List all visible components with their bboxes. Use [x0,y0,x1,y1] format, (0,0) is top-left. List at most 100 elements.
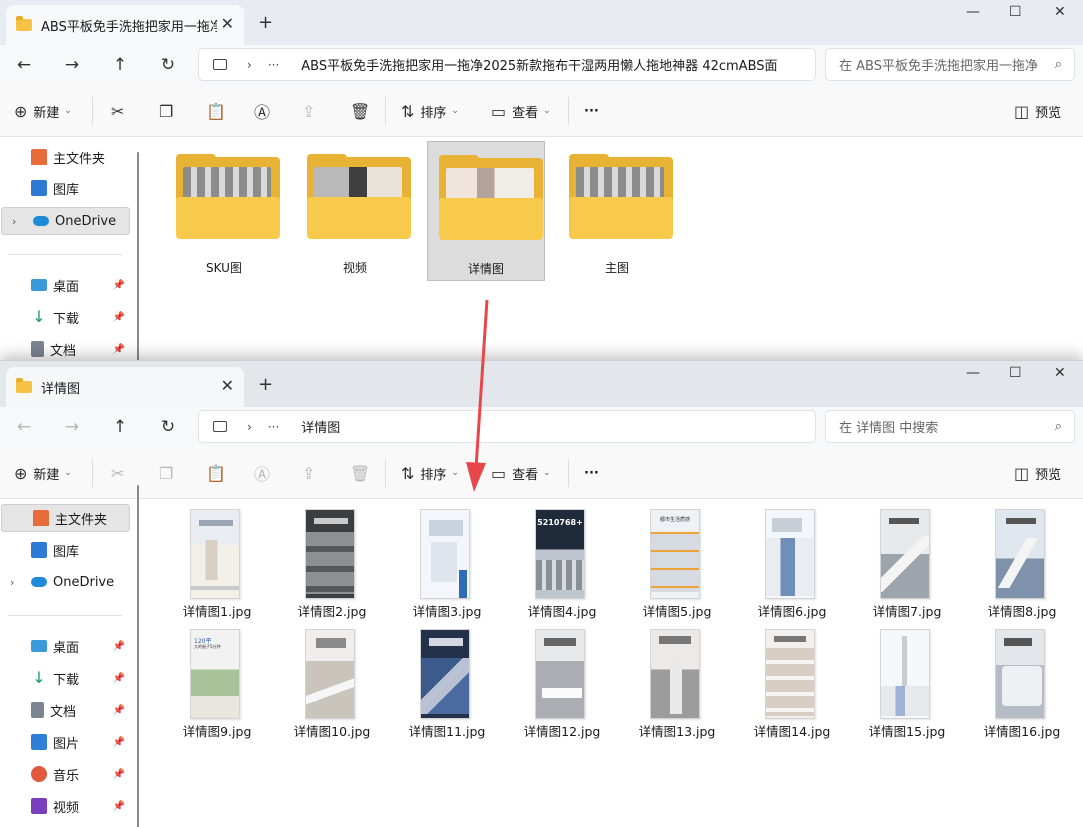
more-path-icon[interactable]: ··· [268,58,279,72]
sidebar-scrollbar[interactable] [137,152,139,362]
sidebar-item-music[interactable]: 音乐 📌 [0,760,129,788]
pin-icon[interactable]: 📌 [113,705,125,716]
maximize-button[interactable]: ☐ [1009,365,1022,381]
sidebar-item-home[interactable]: 主文件夹 [0,143,129,171]
view-button[interactable]: ▭ 查看 ⌄ [491,100,551,122]
file-item[interactable]: 详情图10.jpg [282,623,382,739]
sidebar-scrollbar[interactable] [137,485,139,827]
address-bar[interactable]: › ··· ABS平板免手洗拖把家用一拖净2025新款拖布干湿两用懒人拖地神器 … [198,48,816,81]
file-item[interactable]: 详情图12.jpg [512,623,612,739]
pin-icon[interactable]: 📌 [113,673,125,684]
forward-button[interactable]: → [56,50,88,80]
tab-title: ABS平板免手洗拖把家用一拖净2025新款拖布干湿两用懒人拖地神器 42cmAB… [41,19,217,35]
paste-button[interactable]: 📋 [206,100,232,122]
delete-button[interactable]: 🗑 [350,462,376,484]
rename-button[interactable]: Ⓐ [254,462,276,484]
sidebar-item-downloads[interactable]: ↓ 下载 📌 [0,664,129,692]
folder-item[interactable]: SKU图 [165,141,283,281]
new-tab-button[interactable]: + [258,374,273,395]
paste-button[interactable]: 📋 [206,462,232,484]
sort-button[interactable]: ⇅ 排序 ⌄ [401,462,459,484]
search-input[interactable]: 在 ABS平板免手洗拖把家用一拖净2025新款拖布干湿两用懒人拖地神器 42cm… [825,48,1075,81]
sidebar-item-gallery[interactable]: 图库 [0,174,129,202]
refresh-button[interactable]: ↻ [152,50,184,80]
file-item[interactable]: 详情图2.jpg [282,503,382,619]
sidebar-item-documents[interactable]: 文档 📌 [0,696,129,724]
pin-icon[interactable]: 📌 [113,280,125,291]
sidebar-item-gallery[interactable]: 图库 [0,536,129,564]
pin-icon[interactable]: 📌 [113,312,125,323]
file-item[interactable]: 120平 大的屋子5分钟 详情图9.jpg [167,623,267,739]
up-button[interactable]: ↑ [104,412,136,442]
file-item[interactable]: 详情图8.jpg [972,503,1072,619]
file-item[interactable]: 详情图11.jpg [397,623,497,739]
copy-button[interactable]: ❐ [159,100,179,122]
more-options-button[interactable]: ··· [584,462,599,484]
folder-item-selected[interactable]: 详情图 [427,141,545,281]
back-button[interactable]: ← [8,50,40,80]
chevron-right-icon[interactable]: › [12,215,16,228]
sidebar-item-onedrive[interactable]: › OneDrive [1,207,130,235]
trash-icon: 🗑 [350,101,371,121]
view-button[interactable]: ▭ 查看 ⌄ [491,462,551,484]
cut-button[interactable]: ✂ [111,100,130,122]
pin-icon[interactable]: 📌 [113,801,125,812]
file-item[interactable]: 详情图13.jpg [627,623,727,739]
file-item[interactable]: 详情图14.jpg [742,623,842,739]
sort-button[interactable]: ⇅ 排序 ⌄ [401,100,459,122]
file-item[interactable]: 详情图3.jpg [397,503,497,619]
address-bar[interactable]: › ··· 详情图 [198,410,816,443]
file-item[interactable]: 详情图16.jpg [972,623,1072,739]
file-item[interactable]: 详情图15.jpg [857,623,957,739]
file-item[interactable]: 都市生活质感 详情图5.jpg [627,503,727,619]
tab-detail-folder[interactable]: 详情图 ✕ [6,367,244,407]
close-tab-icon[interactable]: ✕ [221,376,234,395]
search-input[interactable]: 在 详情图 中搜索 ⌕ [825,410,1075,443]
file-item[interactable]: 详情图7.jpg [857,503,957,619]
chevron-right-icon[interactable]: › [247,58,252,72]
new-button[interactable]: ⊕ 新建 ⌄ [14,100,72,122]
chevron-right-icon[interactable]: › [10,576,14,589]
share-button[interactable]: ⇪ [302,100,321,122]
sidebar-item-videos[interactable]: 视频 📌 [0,792,129,820]
forward-button[interactable]: → [56,412,88,442]
more-path-icon[interactable]: ··· [268,420,279,434]
pin-icon[interactable]: 📌 [113,769,125,780]
more-options-button[interactable]: ··· [584,100,599,122]
maximize-button[interactable]: ☐ [1009,4,1022,20]
file-item[interactable]: 详情图1.jpg [167,503,267,619]
refresh-button[interactable]: ↻ [152,412,184,442]
chevron-right-icon[interactable]: › [247,420,252,434]
folder-item[interactable]: 主图 [558,141,676,281]
share-button[interactable]: ⇪ [302,462,321,484]
sidebar-item-desktop[interactable]: 桌面 📌 [0,632,129,660]
cut-button[interactable]: ✂ [111,462,130,484]
copy-button[interactable]: ❐ [159,462,179,484]
tab-parent-folder[interactable]: ABS平板免手洗拖把家用一拖净2025新款拖布干湿两用懒人拖地神器 42cmAB… [6,5,244,45]
up-button[interactable]: ↑ [104,50,136,80]
sidebar-item-downloads[interactable]: ↓ 下载 📌 [0,303,129,331]
back-button[interactable]: ← [8,412,40,442]
close-tab-icon[interactable]: ✕ [221,14,234,33]
preview-pane-button[interactable]: ◫ 预览 [1014,100,1061,122]
close-window-button[interactable]: ✕ [1054,365,1066,381]
new-tab-button[interactable]: + [258,12,273,33]
rename-button[interactable]: Ⓐ [254,100,276,122]
folder-item[interactable]: 视频 [296,141,414,281]
new-button[interactable]: ⊕ 新建 ⌄ [14,462,72,484]
pin-icon[interactable]: 📌 [113,344,125,355]
close-window-button[interactable]: ✕ [1054,4,1066,20]
delete-button[interactable]: 🗑 [350,100,376,122]
sidebar-item-documents[interactable]: 文档 📌 [0,335,129,362]
sidebar-item-onedrive[interactable]: › OneDrive [0,568,129,596]
sidebar-item-pictures[interactable]: 图片 📌 [0,728,129,756]
minimize-button[interactable]: — [966,365,980,381]
minimize-button[interactable]: — [966,4,980,20]
pin-icon[interactable]: 📌 [113,737,125,748]
sidebar-item-home[interactable]: 主文件夹 [1,504,130,532]
preview-pane-button[interactable]: ◫ 预览 [1014,462,1061,484]
file-item[interactable]: 详情图6.jpg [742,503,842,619]
sidebar-item-desktop[interactable]: 桌面 📌 [0,271,129,299]
file-item[interactable]: 5210768+ 详情图4.jpg [512,503,612,619]
pin-icon[interactable]: 📌 [113,641,125,652]
